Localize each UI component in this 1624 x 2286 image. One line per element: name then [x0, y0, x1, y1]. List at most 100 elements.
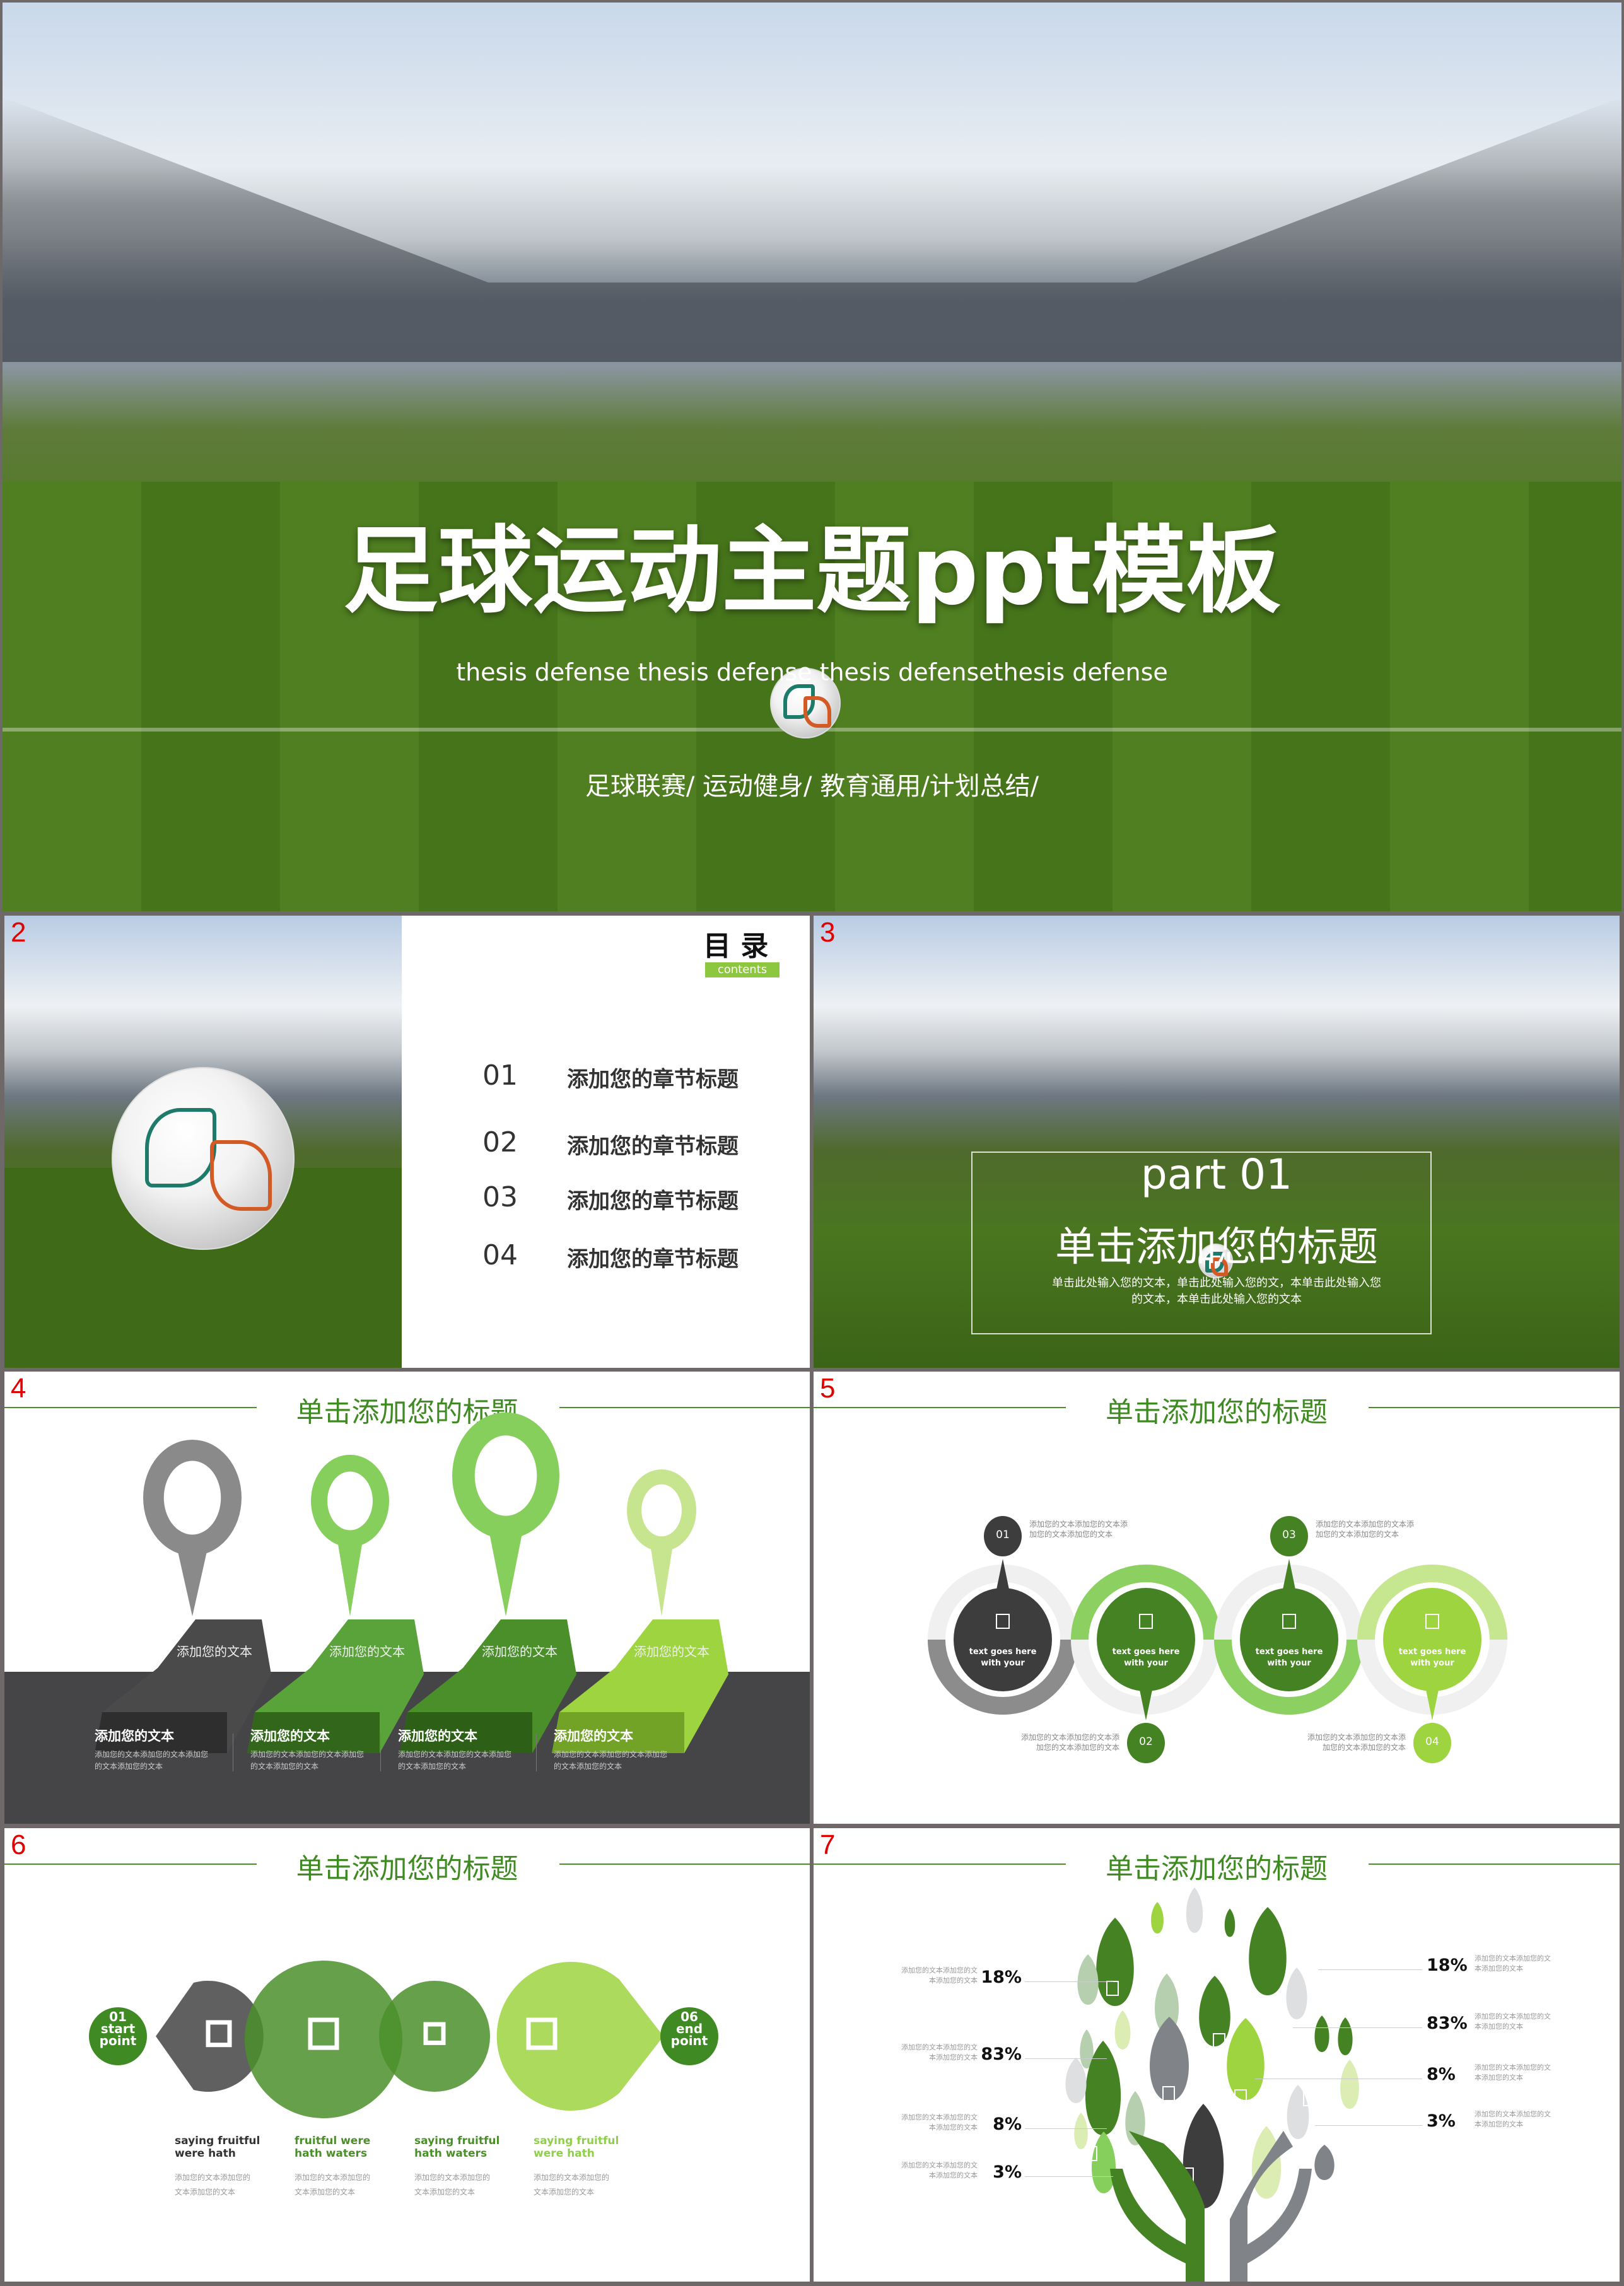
pin-hole	[641, 1484, 682, 1537]
column-heading: hath waters	[414, 2147, 488, 2160]
pin-tail	[649, 1539, 674, 1616]
process-diagram	[89, 1961, 718, 2118]
toc-number: 04	[482, 1239, 518, 1271]
percent-note: 添加您的文本添加您的文	[901, 2043, 978, 2051]
leaf	[1151, 1902, 1164, 1933]
slide-2-contents[interactable]: 2 目 录 contents 01 添加您的章节标题 02 添加您的章节标题 03 添加您…	[4, 916, 810, 1368]
step-block-label: 添加您的文本	[177, 1644, 252, 1659]
slide-6-process[interactable]: 6 单击添加您的标题 01 start point 06 end point sayin…	[4, 1828, 810, 2282]
step-note: 添加您的文本添加您的文本添	[1020, 1733, 1119, 1742]
step-label: with your	[1124, 1659, 1168, 1668]
leaf	[1114, 2010, 1131, 2050]
leaf	[1199, 1976, 1230, 2046]
percent-note: 本添加您的文本	[929, 2053, 978, 2061]
column-heading: saying fruitful	[175, 2135, 260, 2147]
percent-note: 添加您的文本添加您的文	[1475, 2012, 1551, 2021]
pin-hole	[474, 1435, 537, 1516]
toc-number: 03	[482, 1181, 518, 1213]
toc-item-label[interactable]: 添加您的章节标题	[567, 1062, 739, 1093]
pin-hole	[163, 1461, 221, 1535]
end-point: 06 end point	[660, 2010, 718, 2048]
leaf	[1340, 2060, 1359, 2109]
football-photo	[4, 916, 402, 1368]
slide-5-circles[interactable]: 5 单击添加您的标题 01 text goes here with your 添加您的…	[814, 1372, 1620, 1824]
column-heading: 添加您的文本	[554, 1729, 633, 1744]
slide-1-cover[interactable]: 足球运动主题ppt模板 thesis defense thesis defens…	[3, 3, 1621, 911]
percent-note: 本添加您的文本	[1475, 1964, 1523, 1973]
percent-note: 本添加您的文本	[1475, 2073, 1523, 2082]
toc-item-label[interactable]: 添加您的章节标题	[567, 1184, 739, 1215]
column-body: 添加您的文本添加您的文本添加您	[250, 1750, 365, 1759]
column-divider	[536, 1734, 537, 1771]
toc-number: 02	[482, 1126, 518, 1158]
percent-note: 添加您的文本添加您的文	[1475, 2110, 1551, 2118]
column-body: 添加您的文本添加您的	[175, 2173, 251, 2182]
leaf	[1224, 1908, 1236, 1937]
toc-item-label[interactable]: 添加您的章节标题	[567, 1129, 739, 1160]
leader-line	[1318, 1969, 1422, 1970]
column-heading: 添加您的文本	[95, 1729, 174, 1744]
step-note: 加您的文本添加您的文本	[1316, 1530, 1399, 1539]
leaf	[1096, 1918, 1134, 2006]
column-body: 的文本添加您的文本	[554, 1762, 622, 1771]
leader-line	[1293, 2027, 1422, 2028]
leaf	[1314, 2015, 1329, 2052]
percent-note: 添加您的文本添加您的文	[1475, 2063, 1551, 2072]
column-heading: saying fruitful	[534, 2135, 619, 2147]
leader-line	[1025, 1981, 1113, 1982]
slide-3-section[interactable]: 3 part 01 单击添加您的标题 单击此处输入您的文本，单击此处输入您的文，…	[814, 916, 1620, 1368]
percent-note: 本添加您的文本	[929, 2171, 978, 2179]
section-title: 单击添加您的标题	[1055, 1224, 1378, 1271]
step-block-label: 添加您的文本	[634, 1644, 710, 1659]
leader-line	[1025, 2058, 1107, 2059]
percent-note: 添加您的文本添加您的文	[901, 2161, 978, 2169]
column-heading: saying fruitful	[414, 2135, 500, 2147]
placeholder-icon	[1193, 2063, 1206, 2078]
leaf	[1286, 1968, 1307, 2019]
step-number: 01	[996, 1529, 1010, 1541]
contents-title: 目 录	[703, 930, 769, 962]
column-body: 文本添加您的文本	[414, 2188, 476, 2196]
section-body-2: 的文本，本单击此处输入您的文本	[1131, 1293, 1302, 1306]
column-heading: fruitful were	[295, 2135, 371, 2147]
leaf	[1227, 2018, 1265, 2100]
percent-note: 本添加您的文本	[929, 2123, 978, 2131]
slide-4-pins[interactable]: 4 单击添加您的标题 添加您的文本 添加您的文本 添加您的文本 添加您的文本 添加您的…	[4, 1372, 810, 1824]
column-body: 的文本添加您的文本	[398, 1762, 467, 1771]
slide-7-tree[interactable]: 7 单击添加您的标题 18% 添加您的文本添加您的文 本添加您的文本 83% 添加您的文…	[814, 1828, 1620, 2282]
start-label: point	[99, 2033, 137, 2048]
step-circle	[1240, 1588, 1338, 1691]
toc-item-label[interactable]: 添加您的章节标题	[567, 1242, 739, 1273]
step-label: with your	[1410, 1659, 1454, 1668]
step-note: 添加您的文本添加您的文本添	[1316, 1520, 1415, 1529]
section-part: part 01	[1140, 1150, 1293, 1199]
end-label: point	[670, 2033, 708, 2048]
step-note: 添加您的文本添加您的文本添	[1307, 1733, 1406, 1742]
leaf	[1077, 1954, 1099, 2005]
leader-line	[1025, 2176, 1113, 2177]
column-body: 添加您的文本添加您的文本添加您	[398, 1750, 512, 1759]
column-body: 文本添加您的文本	[534, 2188, 595, 2196]
step-note: 加您的文本添加您的文本	[1322, 1743, 1406, 1752]
stadium-roof	[3, 97, 1621, 362]
percent-value: 83%	[1427, 2014, 1468, 2033]
drop-shape	[496, 1962, 663, 2111]
step-label: text goes here	[1398, 1647, 1466, 1657]
leaf	[1091, 2131, 1116, 2193]
column-heading: were hath	[175, 2147, 236, 2160]
step-circle	[954, 1588, 1052, 1691]
toc-number: 01	[482, 1059, 518, 1092]
percent-value: 3%	[1427, 2111, 1456, 2131]
start-point: 01 start point	[89, 2010, 147, 2048]
leaf	[1149, 2017, 1189, 2101]
column-body: 添加您的文本添加您的文本添加您	[95, 1750, 209, 1759]
step-label: text goes here	[1255, 1647, 1323, 1657]
leaf	[1186, 1887, 1203, 1933]
column-divider	[380, 1734, 381, 1771]
column-body: 文本添加您的文本	[175, 2188, 236, 2196]
percent-note: 本添加您的文本	[1475, 2022, 1523, 2031]
leader-line	[1025, 2128, 1107, 2129]
column-heading: hath waters	[295, 2147, 368, 2160]
slide-number: 3	[820, 917, 836, 948]
column-body: 的文本添加您的文本	[95, 1762, 163, 1771]
